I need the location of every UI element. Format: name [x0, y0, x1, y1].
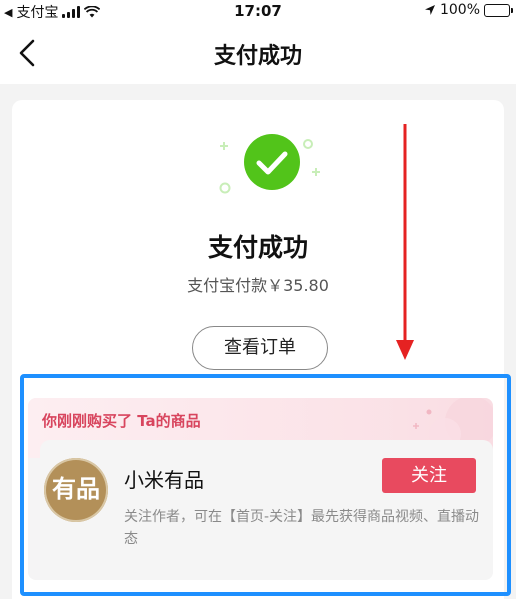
nav-bar: 支付成功 — [0, 22, 516, 84]
location-icon — [424, 5, 435, 15]
view-order-button[interactable]: 查看订单 — [192, 326, 328, 370]
shop-description: 关注作者，可在【首页-关注】最先获得商品视频、直播动态 — [124, 509, 480, 547]
recent-heading: 你刚刚购买了 Ta的商品 — [42, 412, 201, 430]
annotation-arrow — [396, 124, 414, 360]
shop-card[interactable]: 有品 小米有品 关注 关注作者，可在【首页-关注】最先获得商品视频、直播动态 — [40, 440, 493, 580]
status-bar: ◀ 支付宝 17:07 100% — [0, 0, 516, 22]
shop-name[interactable]: 小米有品 — [124, 464, 204, 493]
success-title: 支付成功 — [207, 233, 308, 262]
page-title: 支付成功 — [213, 44, 302, 69]
check-circle-icon — [219, 134, 320, 194]
recent-purchase-section: 你刚刚购买了 Ta的商品 有品 小米有品 关注 关注作者，可在【首页-关注】最先… — [28, 398, 493, 580]
shop-avatar[interactable]: 有品 — [44, 458, 108, 522]
payment-amount: 支付宝付款￥35.80 — [187, 276, 329, 295]
battery-icon — [484, 3, 513, 17]
follow-button[interactable]: 关注 — [382, 458, 476, 493]
battery-percent: 100% — [439, 2, 480, 18]
status-right: 100% — [424, 2, 513, 18]
